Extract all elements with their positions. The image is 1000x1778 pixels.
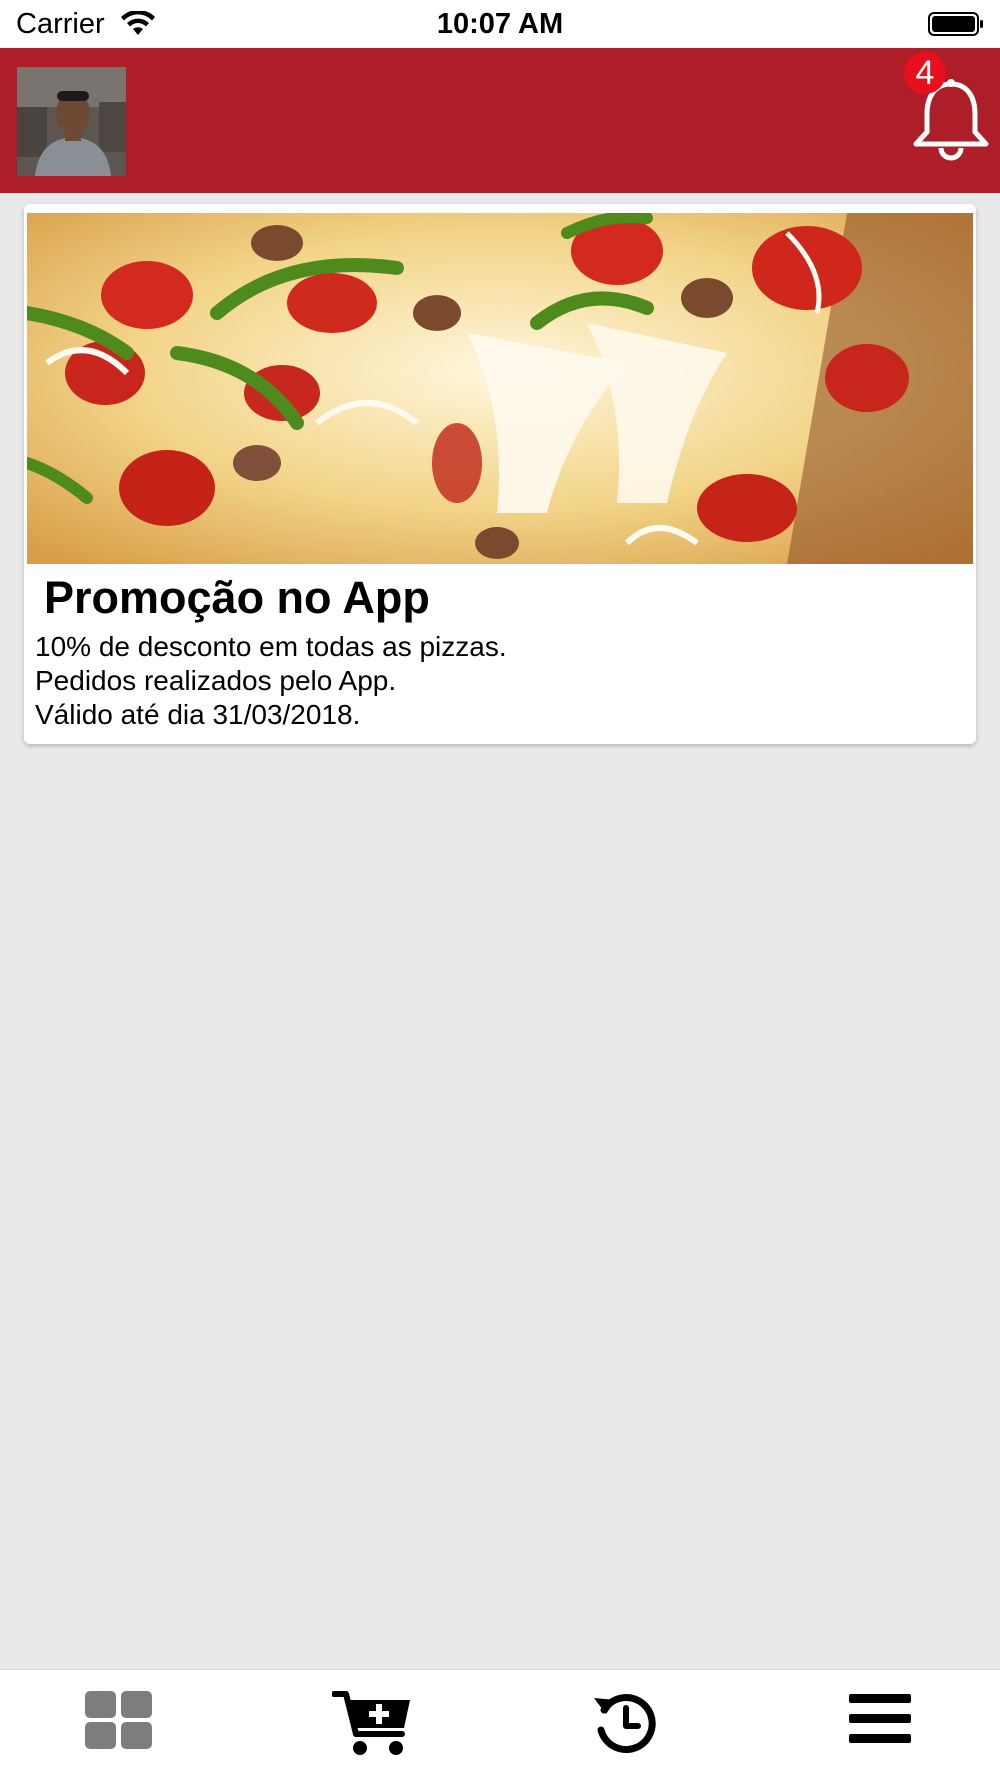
tab-menu[interactable] [750,1670,1000,1778]
notification-badge: 4 [904,52,946,94]
promo-description-line: Pedidos realizados pelo App. [35,665,397,696]
tab-new-order[interactable] [250,1670,500,1778]
history-icon [594,1694,656,1754]
tab-bar [0,1669,1000,1778]
promo-validity-line: Válido até dia 31/03/2018. [35,699,361,730]
promo-card[interactable]: Promoção no App 10% de desconto em todas… [24,204,976,744]
promo-description-line: 10% de desconto em todas as pizzas. [35,631,507,662]
battery-icon [928,12,983,36]
tab-history[interactable] [500,1670,750,1778]
user-avatar[interactable] [17,67,126,176]
notifications-button[interactable]: 4 [900,48,1000,193]
pizza-image [27,213,973,564]
menu-icon [849,1694,911,1743]
grid-icon [85,1691,152,1749]
tab-home[interactable] [0,1670,250,1778]
status-bar: Carrier 10:07 AM [0,0,1000,48]
app-header: 4 [0,48,1000,193]
add-to-cart-icon [332,1691,410,1755]
clock: 10:07 AM [436,8,564,40]
promo-title: Promoção no App [44,572,430,623]
avatar-photo [17,67,126,176]
